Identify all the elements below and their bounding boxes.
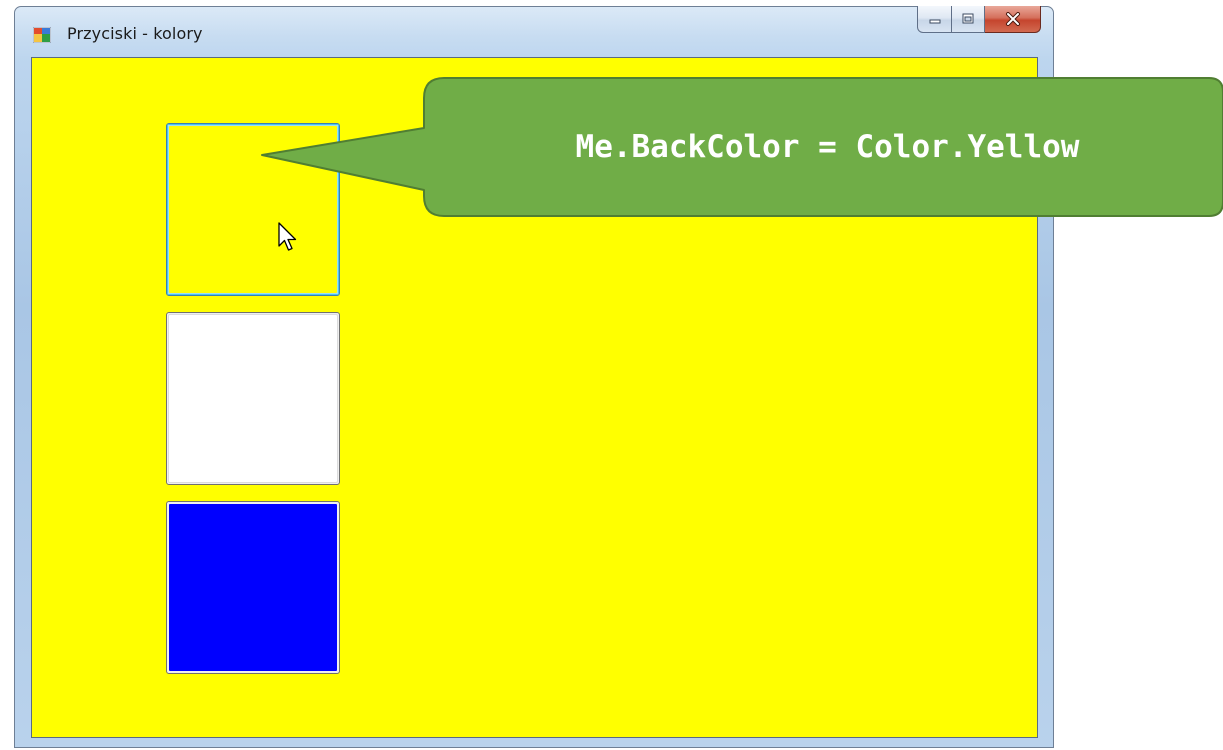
maximize-button[interactable]: [952, 6, 985, 33]
yellow-color-button[interactable]: [166, 123, 340, 296]
blue-swatch: [168, 503, 338, 672]
close-button[interactable]: [985, 6, 1041, 33]
callout-code-text: Me.BackColor = Color.Yellow: [575, 129, 1080, 165]
caption-buttons: [917, 6, 1041, 34]
title-bar[interactable]: Przyciski - kolory: [15, 6, 1053, 57]
windows-form-icon: [33, 27, 51, 43]
minimize-button[interactable]: [917, 6, 952, 33]
window-title: Przyciski - kolory: [67, 24, 203, 43]
maximize-icon: [962, 13, 974, 24]
yellow-swatch: [168, 125, 338, 294]
white-color-button[interactable]: [166, 312, 340, 485]
minimize-icon: [929, 19, 940, 24]
blue-color-button[interactable]: [166, 501, 340, 674]
white-swatch: [168, 314, 338, 483]
close-icon: [1005, 12, 1020, 26]
arrow-cursor-icon: [278, 222, 297, 251]
